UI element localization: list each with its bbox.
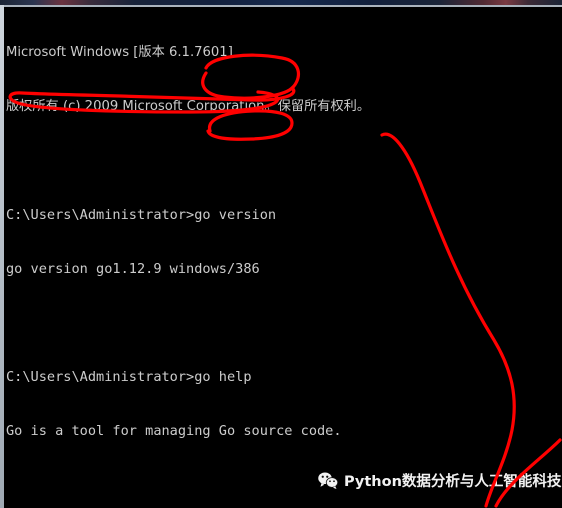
console-line-prompt-version: C:\Users\Administrator>go version bbox=[6, 207, 277, 223]
console-line-help-summary: Go is a tool for managing Go source code… bbox=[6, 423, 342, 439]
watermark: Python数据分析与人工智能科技 bbox=[318, 468, 561, 492]
console-line-version-output: go version go1.12.9 windows/386 bbox=[6, 261, 260, 277]
screen: Microsoft Windows [版本 6.1.7601] 版权所有 (c)… bbox=[0, 0, 562, 508]
wechat-icon bbox=[318, 472, 338, 489]
console-line-os: Microsoft Windows [版本 6.1.7601] bbox=[6, 45, 233, 60]
console-line-blank-2 bbox=[6, 314, 562, 332]
console-line-prompt-help: C:\Users\Administrator>go help bbox=[6, 369, 252, 385]
console-line-blank-1 bbox=[6, 152, 562, 170]
console-text-buffer[interactable]: Microsoft Windows [版本 6.1.7601] 版权所有 (c)… bbox=[4, 7, 562, 508]
console-line-copyright: 版权所有 (c) 2009 Microsoft Corporation。保留所有… bbox=[6, 99, 371, 114]
watermark-text: Python数据分析与人工智能科技 bbox=[344, 473, 562, 490]
